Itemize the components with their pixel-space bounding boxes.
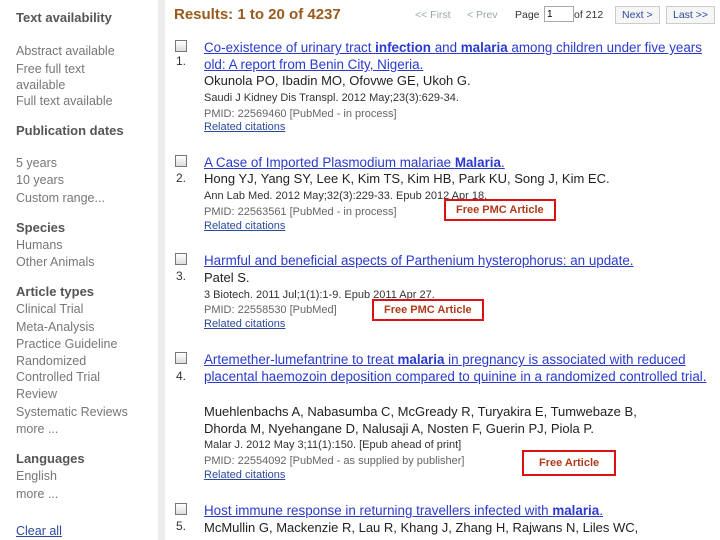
filter-heading-species: Species [16, 220, 66, 235]
result-number: 2. [176, 171, 187, 185]
result-item: 5. Host immune response in returning tra… [174, 502, 720, 540]
result-item: 3. Harmful and beneficial aspects of Par… [174, 252, 720, 337]
clear-all-link[interactable]: Clear all [16, 524, 62, 538]
filter-heading-languages: Languages [16, 451, 85, 466]
result-authors-continued: Dhorda M, Nyehangane D, Nalusaji A, Nost… [204, 421, 594, 436]
free-pmc-article-badge[interactable]: Free PMC Article [444, 199, 556, 221]
related-citations-link[interactable]: Related citations [204, 469, 285, 481]
pager-first-link[interactable]: << First [415, 9, 451, 21]
result-number: 5. [176, 519, 187, 533]
result-checkbox[interactable] [175, 40, 187, 52]
filter-article-types-more[interactable]: more ... [16, 421, 58, 437]
filter-5-years[interactable]: 5 years [16, 155, 57, 171]
pager-page-input[interactable] [544, 6, 574, 22]
result-number: 3. [176, 269, 187, 283]
filter-practice-guideline[interactable]: Practice Guideline [16, 336, 117, 352]
free-article-badge[interactable]: Free Article [522, 450, 617, 476]
result-checkbox[interactable] [175, 155, 187, 167]
filter-clinical-trial[interactable]: Clinical Trial [16, 301, 83, 317]
result-title-link[interactable]: Host immune response in returning travel… [204, 502, 720, 519]
result-checkbox[interactable] [175, 503, 187, 515]
filter-heading-article-types: Article types [16, 284, 95, 299]
pager-total-pages: of 212 [574, 9, 604, 21]
result-pmid: PMID: 22554092 [PubMed - as supplied by … [204, 455, 465, 467]
result-authors: Patel S. [204, 270, 250, 285]
filter-full-text-available[interactable]: Full text available [16, 93, 113, 109]
result-item: 1. Co-existence of urinary tract infecti… [174, 39, 720, 139]
filter-review[interactable]: Review [16, 386, 57, 402]
pager-prev-link[interactable]: < Prev [467, 9, 498, 21]
filter-10-years[interactable]: 10 years [16, 172, 64, 188]
related-citations-link[interactable]: Related citations [204, 318, 285, 330]
filter-meta-analysis[interactable]: Meta-Analysis [16, 319, 95, 335]
filter-systematic-reviews[interactable]: Systematic Reviews [16, 404, 128, 420]
free-pmc-article-badge[interactable]: Free PMC Article [372, 299, 484, 321]
pager-last-button[interactable]: Last >> [666, 6, 716, 24]
result-authors: Hong YJ, Yang SY, Lee K, Kim TS, Kim HB,… [204, 171, 610, 186]
results-count-title: Results: 1 to 20 of 4237 [174, 6, 341, 23]
result-item: 2. A Case of Imported Plasmodium malaria… [174, 154, 720, 239]
result-number: 4. [176, 369, 187, 383]
related-citations-link[interactable]: Related citations [204, 121, 285, 133]
filter-other-animals[interactable]: Other Animals [16, 254, 95, 270]
sidebar-divider [158, 0, 165, 540]
result-journal: Saudi J Kidney Dis Transpl. 2012 May;23(… [204, 92, 459, 104]
filter-sidebar: Text availability Abstract available Fre… [0, 0, 158, 540]
result-pmid: PMID: 22558530 [PubMed] [204, 304, 337, 316]
result-pmid: PMID: 22569460 [PubMed - in process] [204, 108, 397, 120]
result-journal: Malar J. 2012 May 3;11(1):150. [Epub ahe… [204, 439, 462, 451]
result-authors: McMullin G, Mackenzie R, Lau R, Khang J,… [204, 520, 639, 535]
filter-heading-publication-dates: Publication dates [16, 123, 124, 138]
result-item: 4. Artemether-lumefantrine to treat mala… [174, 351, 720, 491]
related-citations-link[interactable]: Related citations [204, 220, 285, 232]
filter-abstract-available[interactable]: Abstract available [16, 43, 115, 59]
result-title-link[interactable]: A Case of Imported Plasmodium malariae M… [204, 154, 720, 171]
filter-languages-more[interactable]: more ... [16, 486, 58, 502]
pager-next-button[interactable]: Next > [615, 6, 660, 24]
pager-page-label: Page [515, 9, 540, 21]
filter-custom-range[interactable]: Custom range... [16, 190, 105, 206]
result-authors: Okunola PO, Ibadin MO, Ofovwe GE, Ukoh G… [204, 73, 471, 88]
result-pmid: PMID: 22563561 [PubMed - in process] [204, 206, 397, 218]
filter-randomized-controlled-trial[interactable]: Randomized Controlled Trial [16, 353, 116, 385]
result-title-link[interactable]: Harmful and beneficial aspects of Parthe… [204, 252, 720, 269]
filter-humans[interactable]: Humans [16, 237, 63, 253]
filter-english[interactable]: English [16, 468, 57, 484]
result-checkbox[interactable] [175, 352, 187, 364]
result-authors: Muehlenbachs A, Nabasumba C, McGready R,… [204, 404, 637, 419]
result-checkbox[interactable] [175, 253, 187, 265]
filter-free-full-text[interactable]: Free full text available [16, 61, 126, 93]
result-number: 1. [176, 54, 187, 68]
result-title-link[interactable]: Co-existence of urinary tract infection … [204, 39, 720, 73]
result-title-link[interactable]: Artemether-lumefantrine to treat malaria… [204, 351, 720, 385]
filter-heading-text-availability: Text availability [16, 10, 112, 25]
